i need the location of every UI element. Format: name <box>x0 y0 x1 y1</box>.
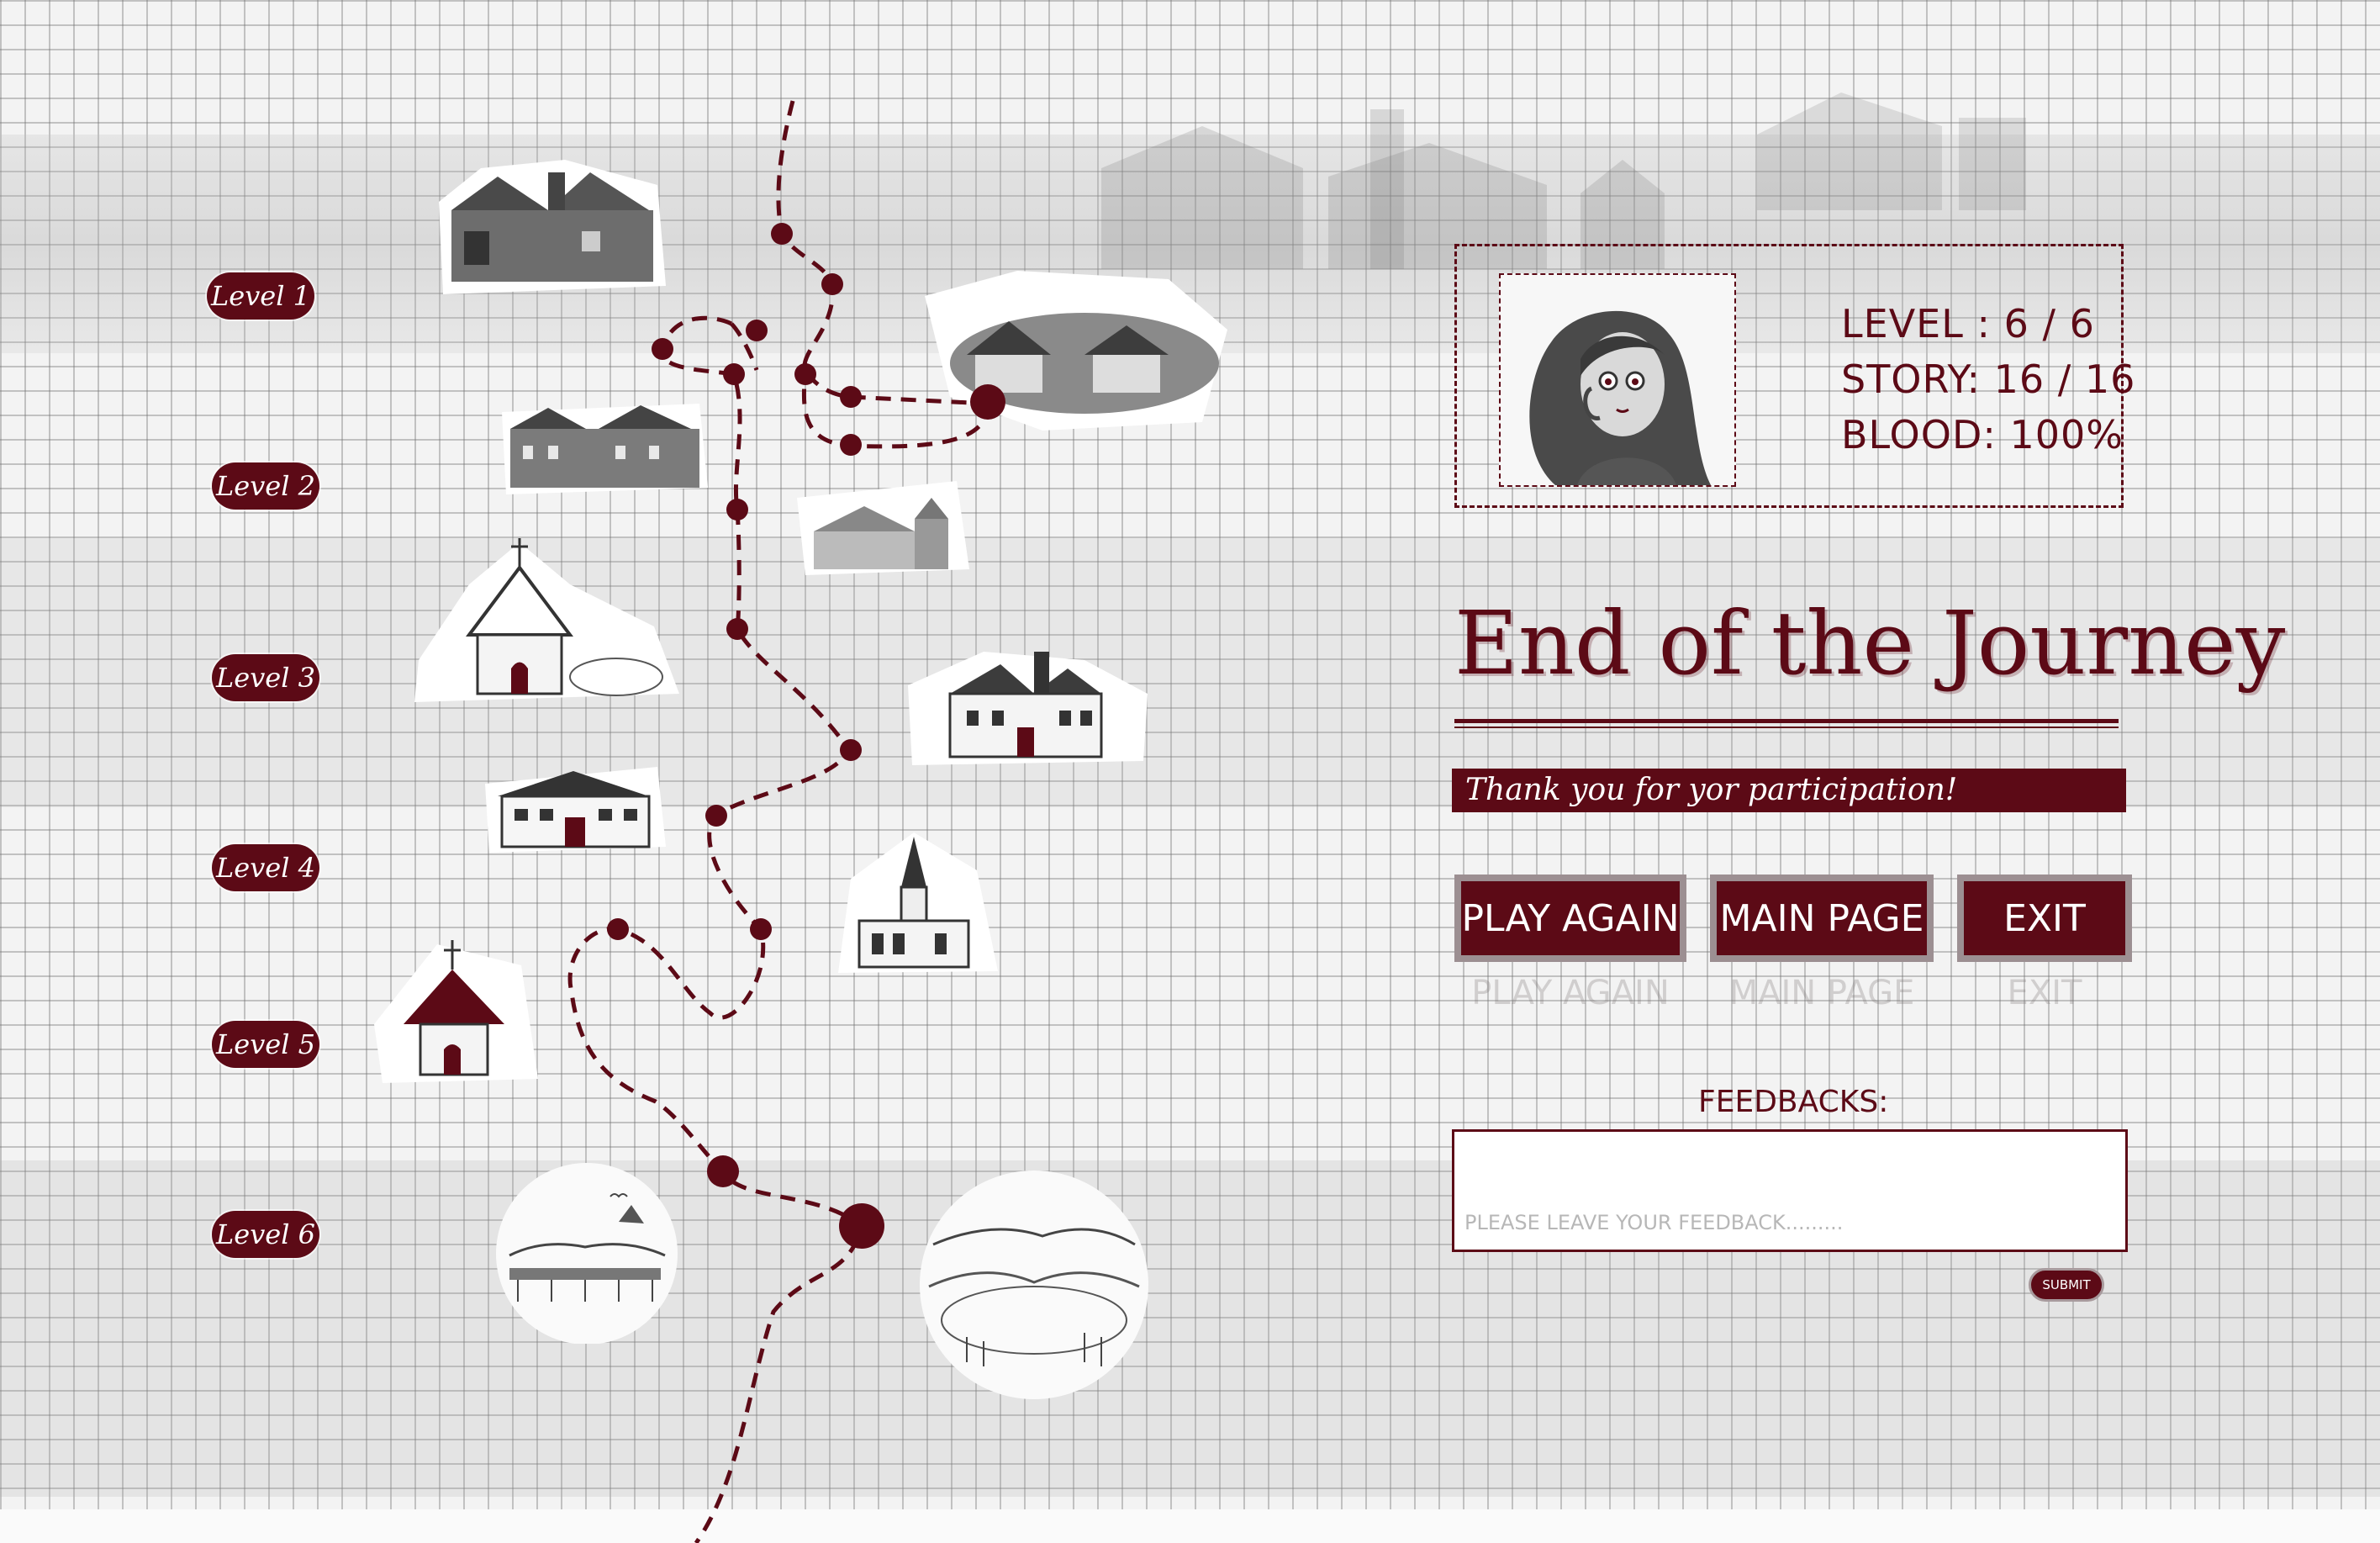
level-progress-text: LEVEL : 6 / 6 <box>1841 301 2095 346</box>
page-title: End of the Journey <box>1454 592 2286 695</box>
character-portrait <box>1499 273 1736 487</box>
main-page-reflection: MAIN PAGE <box>1728 974 1915 1012</box>
path-marker <box>707 1155 739 1187</box>
path-dot <box>607 918 629 940</box>
path-dot <box>726 499 748 520</box>
background-house-right <box>1749 76 2051 210</box>
path-dot <box>723 363 745 385</box>
blood-status-text: BLOOD: 100% <box>1841 412 2124 457</box>
play-again-button[interactable]: PLAY AGAIN <box>1454 875 1686 962</box>
path-dot <box>840 739 862 761</box>
path-marker-large <box>970 384 1005 420</box>
feedback-input[interactable] <box>1452 1129 2128 1252</box>
main-page-button[interactable]: MAIN PAGE <box>1710 875 1934 962</box>
path-dot <box>705 805 727 827</box>
path-dot <box>652 338 673 360</box>
journey-map-path <box>567 100 1005 1543</box>
feedback-label: FEEDBACKS: <box>1698 1085 1889 1119</box>
path-dot <box>726 618 748 640</box>
title-underline <box>1454 719 2119 723</box>
path-dot <box>794 363 816 385</box>
path-dot <box>746 320 768 341</box>
path-dot <box>840 386 862 408</box>
path-dot <box>750 918 772 940</box>
thank-you-banner: Thank you for yor participation! <box>1452 769 2126 812</box>
path-marker-current <box>839 1203 884 1249</box>
story-progress-text: STORY: 16 / 16 <box>1841 357 2136 402</box>
play-again-reflection: PLAY AGAIN <box>1471 974 1670 1012</box>
exit-button[interactable]: EXIT <box>1957 875 2132 962</box>
submit-button[interactable]: SUBMIT <box>2029 1268 2104 1302</box>
path-dot <box>840 434 862 456</box>
exit-reflection: EXIT <box>2007 974 2082 1012</box>
path-dot <box>821 273 843 295</box>
title-underline-thin <box>1454 727 2119 728</box>
path-dot <box>771 223 793 245</box>
